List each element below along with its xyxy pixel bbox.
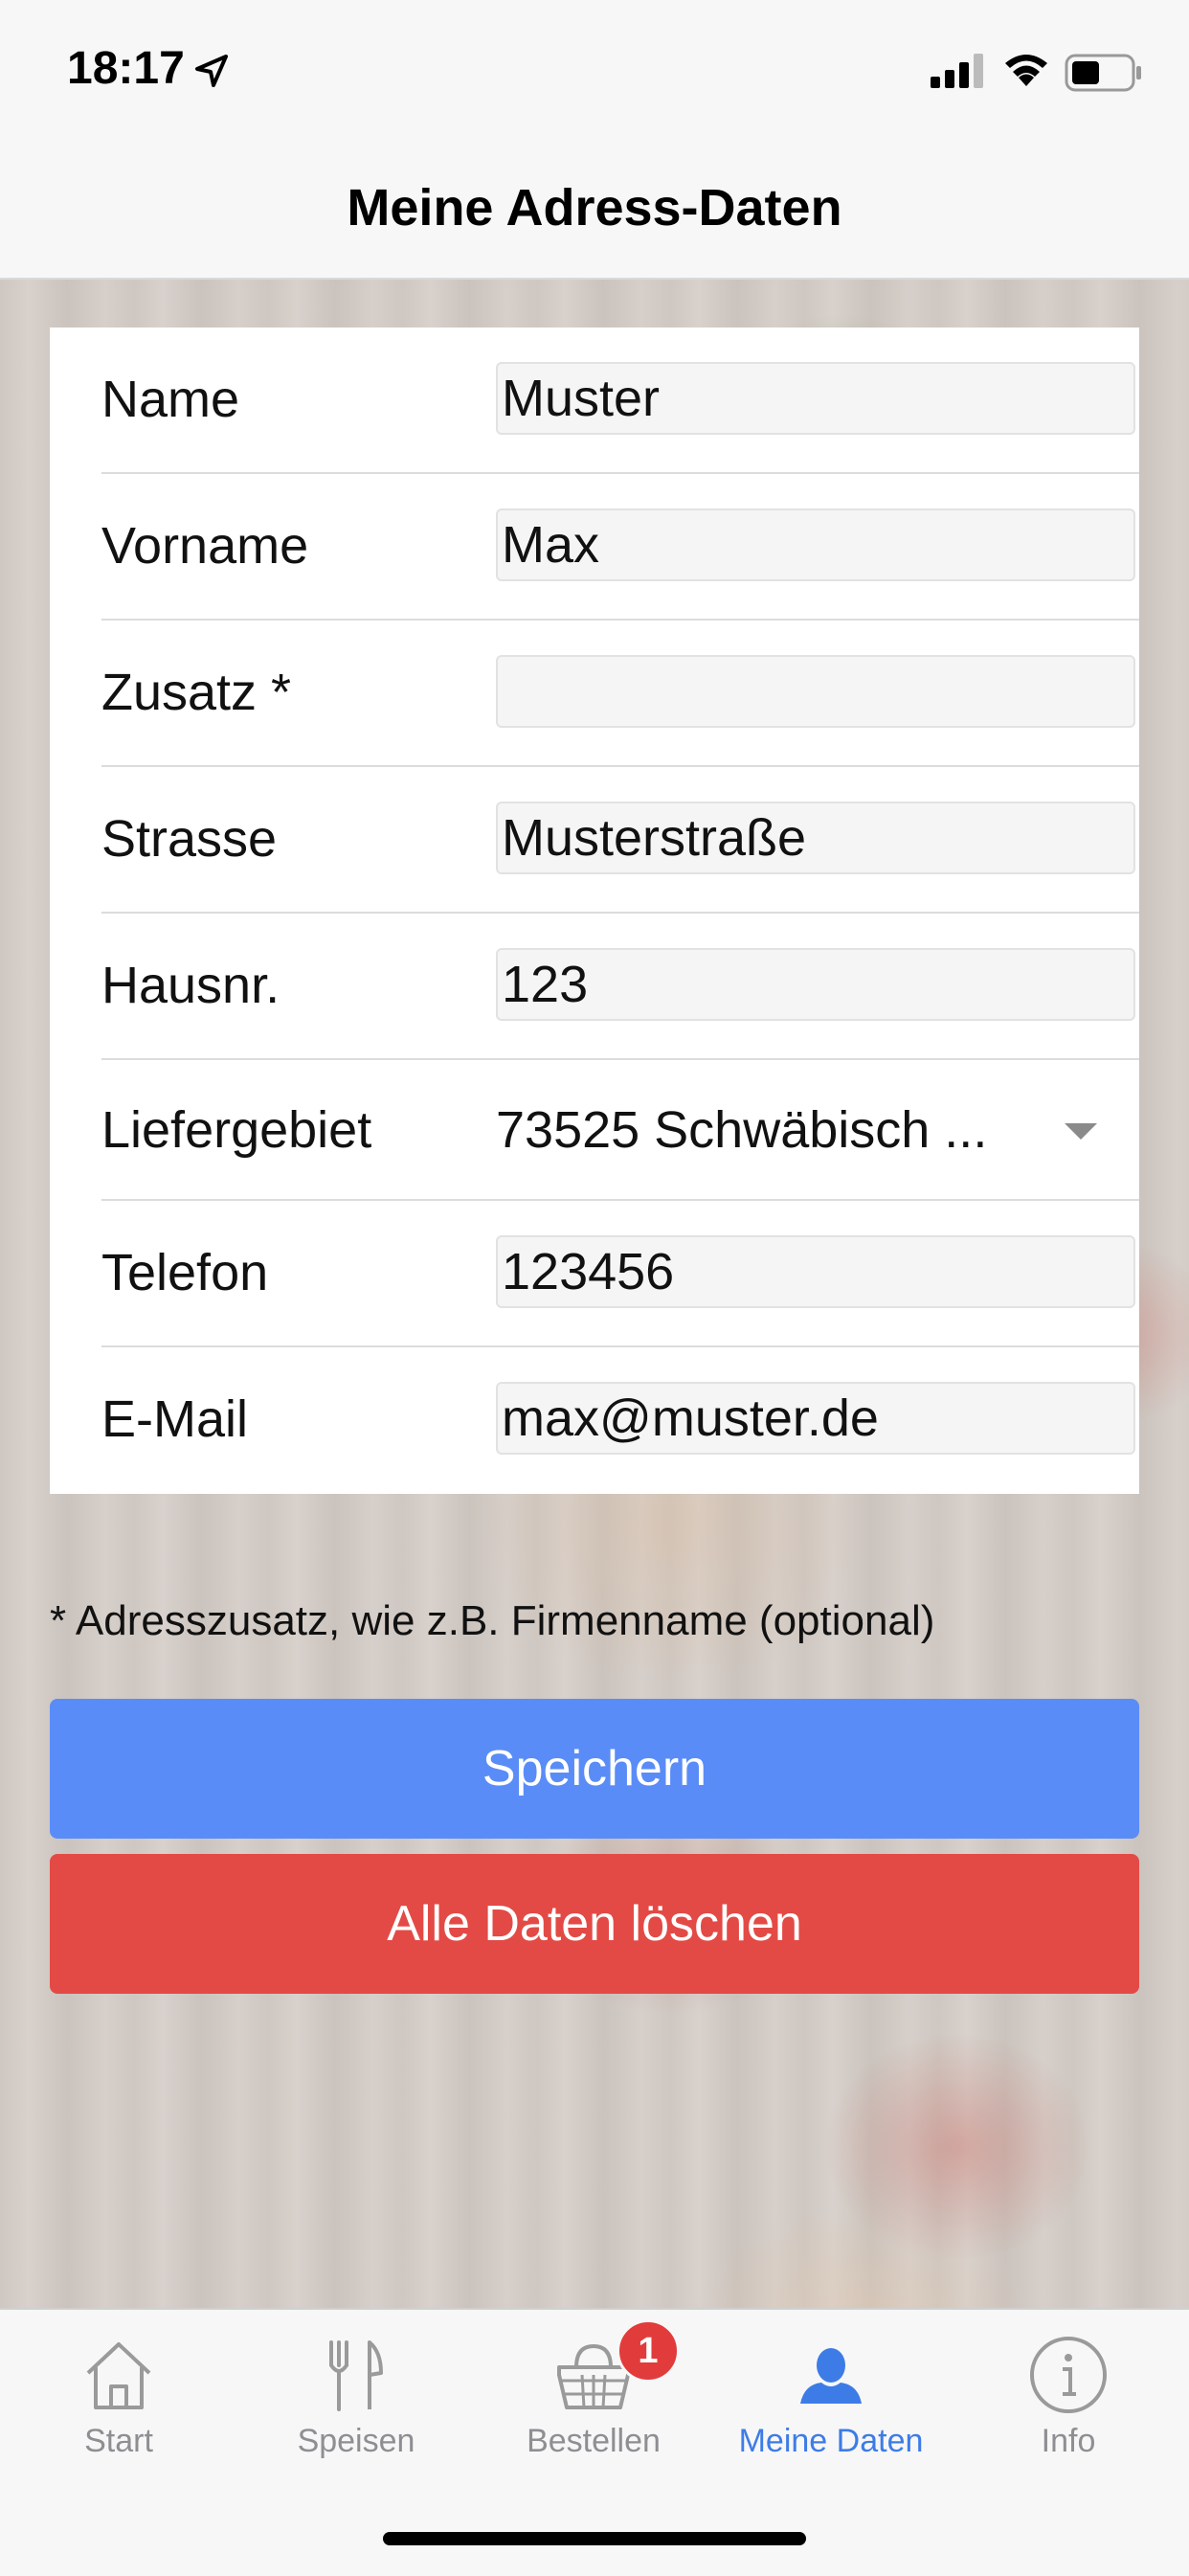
hausnr-field[interactable]	[496, 948, 1135, 1021]
email-field[interactable]	[496, 1382, 1135, 1455]
form-row-vorname: Vorname	[50, 474, 1139, 621]
home-indicator	[383, 2532, 806, 2545]
save-button[interactable]: Speichern	[50, 1699, 1139, 1839]
form-row-hausnr: Hausnr.	[50, 914, 1139, 1060]
info-icon	[1030, 2337, 1107, 2413]
battery-icon	[1065, 54, 1141, 92]
form-row-email: E-Mail	[50, 1347, 1139, 1494]
vorname-label: Vorname	[101, 517, 309, 575]
telefon-field[interactable]	[496, 1235, 1135, 1308]
tab-label-start: Start	[84, 2423, 153, 2459]
email-label: E-Mail	[101, 1390, 249, 1448]
form-row-zusatz: Zusatz *	[50, 621, 1139, 767]
tab-label-meine-daten: Meine Daten	[738, 2423, 924, 2459]
cutlery-icon	[329, 2340, 383, 2411]
telefon-label: Telefon	[101, 1244, 269, 1301]
wifi-icon	[1005, 55, 1047, 86]
tab-label-bestellen: Bestellen	[527, 2423, 661, 2459]
chevron-down-icon[interactable]	[1065, 1123, 1097, 1140]
user-icon	[800, 2348, 862, 2404]
liefergebiet-select[interactable]: Liefergebiet 73525 Schwäbisch ...	[50, 1060, 1139, 1201]
status-bar: 18:17	[0, 0, 1189, 144]
tab-label-speisen: Speisen	[297, 2423, 415, 2459]
name-label: Name	[101, 371, 240, 428]
home-icon	[86, 2342, 151, 2409]
form-row-strasse: Strasse	[50, 767, 1139, 914]
tab-info[interactable]: Info	[950, 2310, 1187, 2501]
strasse-label: Strasse	[101, 810, 278, 868]
strasse-field[interactable]	[496, 802, 1135, 874]
name-field[interactable]	[496, 362, 1135, 435]
tab-meine-daten[interactable]: Meine Daten	[712, 2310, 950, 2501]
optional-note: * Adresszusatz, wie z.B. Firmenname (opt…	[50, 1597, 935, 1644]
tab-start[interactable]: Start	[0, 2310, 237, 2501]
tab-label-info: Info	[1041, 2423, 1096, 2459]
form-row-name: Name	[50, 328, 1139, 474]
nav-bar: Meine Adress-Daten	[0, 144, 1189, 280]
signal-icon	[931, 54, 983, 88]
zusatz-field[interactable]	[496, 655, 1135, 728]
liefergebiet-value[interactable]: 73525 Schwäbisch ...	[496, 1100, 987, 1160]
form-row-telefon: Telefon	[50, 1201, 1139, 1347]
delete-all-button[interactable]: Alle Daten löschen	[50, 1854, 1139, 1994]
hausnr-label: Hausnr.	[101, 957, 280, 1014]
location-arrow-icon	[195, 55, 228, 87]
address-form: Name Vorname Zusatz * Strasse Hausnr. Li…	[50, 328, 1139, 1494]
tab-speisen[interactable]: Speisen	[237, 2310, 475, 2501]
page-title: Meine Adress-Daten	[347, 179, 842, 237]
liefergebiet-label: Liefergebiet	[101, 1101, 372, 1159]
tab-bestellen[interactable]: 1 Bestellen	[475, 2310, 712, 2501]
vorname-field[interactable]	[496, 508, 1135, 581]
cart-badge: 1	[617, 2319, 680, 2383]
status-time: 18:17	[67, 43, 185, 94]
zusatz-label: Zusatz *	[101, 664, 292, 721]
